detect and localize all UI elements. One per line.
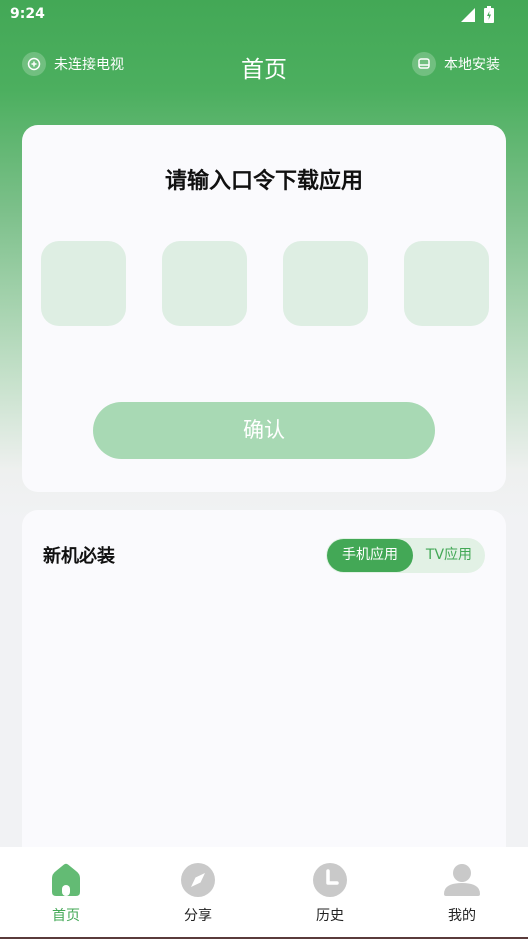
tab-phone-apps[interactable]: 手机应用: [327, 539, 413, 572]
confirm-button[interactable]: 确认: [93, 402, 435, 459]
nav-label-history: 历史: [316, 908, 344, 924]
battery-icon: [484, 6, 494, 23]
nav-item-history[interactable]: 历史: [290, 861, 370, 925]
code-entry-card: 请输入口令下载应用 确认: [22, 125, 506, 492]
app-header: 未连接电视 首页 本地安装: [0, 44, 528, 88]
status-bar: 9:24: [0, 0, 528, 30]
install-icon: [412, 52, 436, 76]
local-install-label: 本地安装: [444, 57, 500, 73]
nav-label-home: 首页: [52, 908, 80, 924]
home-icon: [52, 863, 80, 896]
app-type-toggle: 手机应用 TV应用: [326, 538, 485, 573]
code-input-4[interactable]: [404, 241, 489, 326]
code-input-2[interactable]: [162, 241, 247, 326]
bottom-nav: 首页 分享 历史 我的: [0, 847, 528, 939]
compass-icon: [181, 863, 215, 897]
local-install-button[interactable]: 本地安装: [412, 52, 500, 76]
tab-tv-apps[interactable]: TV应用: [413, 539, 485, 572]
nav-label-share: 分享: [184, 908, 212, 924]
status-time: 9:24: [10, 6, 45, 22]
person-icon: [444, 864, 480, 896]
nav-item-home[interactable]: 首页: [26, 861, 106, 925]
nav-item-share[interactable]: 分享: [158, 861, 238, 925]
clock-icon: [313, 863, 347, 897]
signal-icon: [461, 7, 475, 22]
code-input-3[interactable]: [283, 241, 368, 326]
nav-label-profile: 我的: [448, 908, 476, 924]
nav-item-profile[interactable]: 我的: [422, 861, 502, 925]
status-icons: [460, 6, 494, 23]
new-device-title: 新机必装: [43, 546, 115, 567]
code-input-1[interactable]: [41, 241, 126, 326]
code-entry-title: 请输入口令下载应用: [164, 169, 363, 194]
new-device-card: 新机必装 手机应用 TV应用: [22, 510, 506, 870]
